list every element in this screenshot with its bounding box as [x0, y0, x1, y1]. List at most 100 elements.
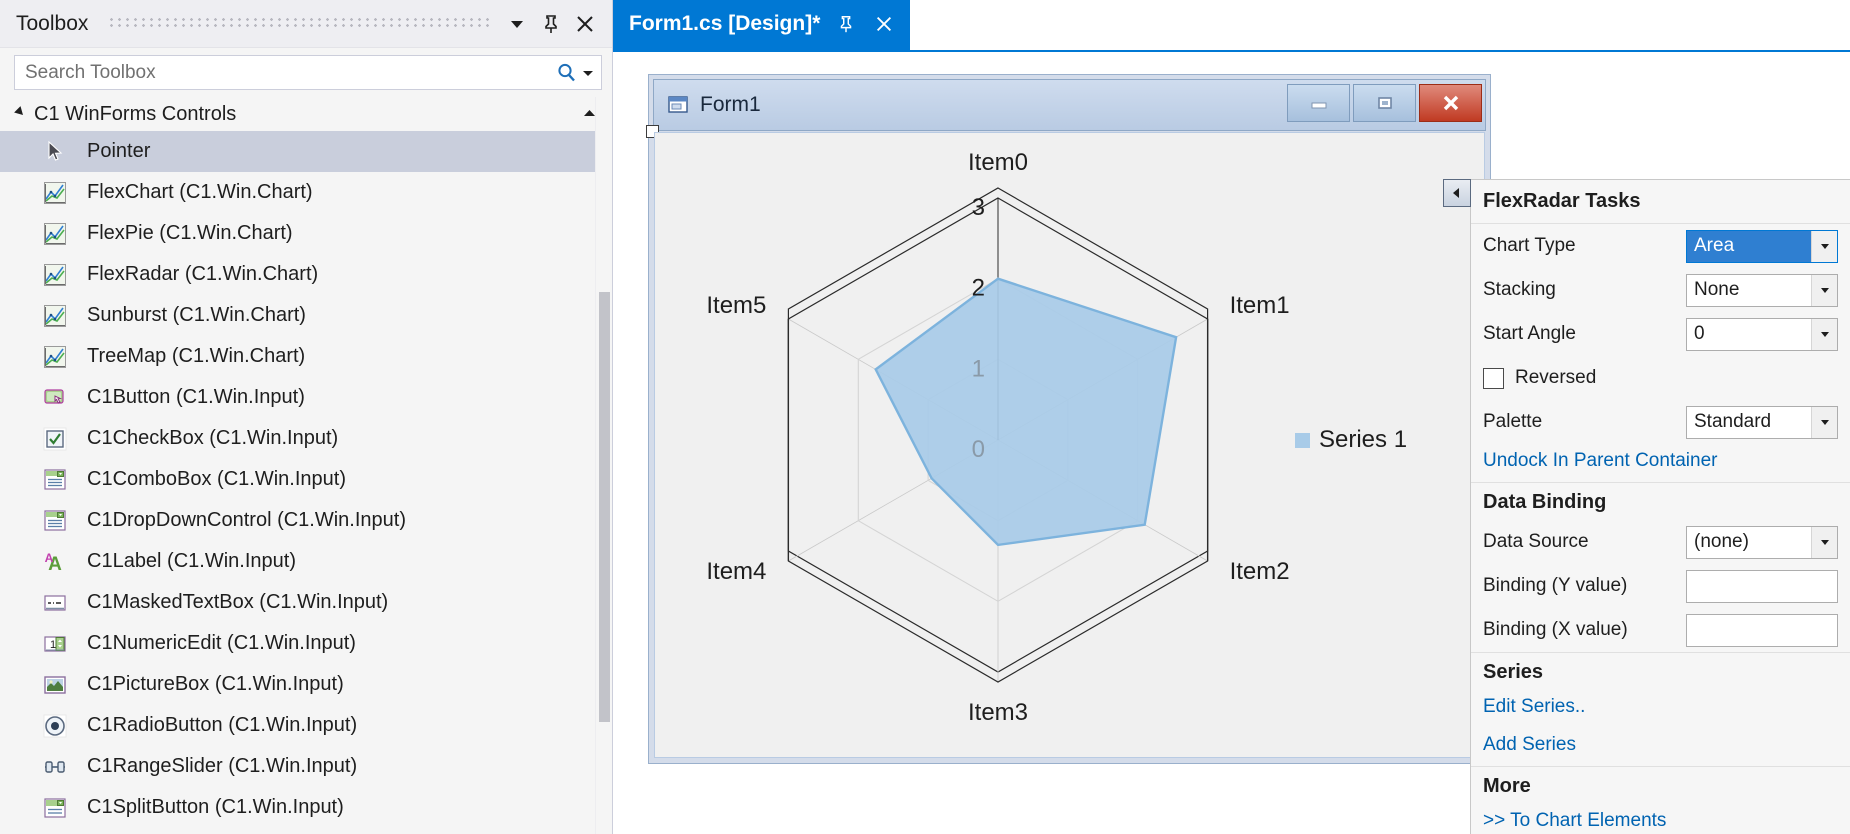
minimize-icon[interactable]: [1287, 84, 1350, 122]
flexpie-icon: [40, 219, 70, 249]
drag-grip-icon[interactable]: [110, 17, 492, 30]
toolbox-item-label: C1MaskedTextBox (C1.Win.Input): [87, 591, 389, 613]
maximize-icon[interactable]: [1353, 84, 1416, 122]
toolbox-item-label: C1RadioButton (C1.Win.Input): [87, 714, 358, 736]
toolbox-item-c1splitbutton[interactable]: C1SplitButton (C1.Win.Input): [0, 787, 612, 828]
search-input[interactable]: [25, 61, 555, 84]
toolbox-item-label: C1DropDownControl (C1.Win.Input): [87, 509, 407, 531]
toolbox-item-flexchart[interactable]: FlexChart (C1.Win.Chart): [0, 172, 612, 213]
start-angle-row[interactable]: Start Angle 0: [1471, 312, 1850, 356]
edit-series-link[interactable]: Edit Series..: [1471, 690, 1850, 728]
undock-in-parent-container-link[interactable]: Undock In Parent Container: [1471, 444, 1850, 482]
chevron-down-icon[interactable]: [500, 7, 534, 41]
toolbox-item-pointer[interactable]: Pointer: [0, 131, 612, 172]
pin-icon[interactable]: [534, 7, 568, 41]
form-titlebar[interactable]: Form1: [653, 79, 1486, 131]
toolbox-scrollbar-thumb[interactable]: [599, 292, 610, 722]
chevron-down-icon[interactable]: [1811, 526, 1837, 558]
radar-tick-1: 1: [972, 355, 985, 382]
toolbox-item-label: TreeMap (C1.Win.Chart): [87, 345, 306, 367]
form-client-area[interactable]: 3 2 1 0 Item0 Item1 Item2 Item3 Item4 It…: [654, 132, 1485, 758]
toolbox-item-label: Pointer: [87, 140, 151, 162]
binding-x-input[interactable]: [1686, 613, 1838, 647]
tab-form1-design[interactable]: Form1.cs [Design]*: [613, 0, 911, 50]
palette-row[interactable]: Palette Standard: [1471, 400, 1850, 444]
start-angle-dropdown[interactable]: 0: [1686, 317, 1838, 351]
toolbox-item-flexpie[interactable]: FlexPie (C1.Win.Chart): [0, 213, 612, 254]
search-dropdown-icon[interactable]: [581, 66, 595, 80]
close-icon[interactable]: [1419, 84, 1482, 122]
series-section-title: Series: [1471, 652, 1850, 690]
chevron-down-icon[interactable]: [1811, 230, 1837, 262]
toolbox-group-c1-winforms-controls[interactable]: C1 WinForms Controls: [0, 97, 612, 131]
tasks-panel-title: FlexRadar Tasks: [1471, 180, 1850, 224]
chevron-down-icon[interactable]: [1811, 318, 1837, 350]
sunburst-icon: [40, 301, 70, 331]
toolbox-item-c1rangeslider[interactable]: C1RangeSlider (C1.Win.Input): [0, 746, 612, 787]
binding-y-row[interactable]: Binding (Y value): [1471, 564, 1850, 608]
chart-type-dropdown[interactable]: Area: [1686, 229, 1838, 263]
binding-y-input[interactable]: [1686, 569, 1838, 603]
radar-tick-3: 3: [972, 194, 985, 221]
smarttag-icon[interactable]: [1443, 179, 1471, 207]
search-box[interactable]: [14, 55, 602, 90]
toolbox-item-c1maskedtextbox[interactable]: C1MaskedTextBox (C1.Win.Input): [0, 582, 612, 623]
toolbox-item-label: FlexChart (C1.Win.Chart): [87, 181, 313, 203]
toolbox-item-treemap[interactable]: TreeMap (C1.Win.Chart): [0, 336, 612, 377]
toolbox-item-c1radiobutton[interactable]: C1RadioButton (C1.Win.Input): [0, 705, 612, 746]
toolbox-item-c1label[interactable]: A A C1Label (C1.Win.Input): [0, 541, 612, 582]
chevron-down-icon[interactable]: [1811, 406, 1837, 438]
toolbox-item-c1checkbox[interactable]: C1CheckBox (C1.Win.Input): [0, 418, 612, 459]
toolbox-item-flexradar[interactable]: FlexRadar (C1.Win.Chart): [0, 254, 612, 295]
flexradar-chart[interactable]: 3 2 1 0 Item0 Item1 Item2 Item3 Item4 It…: [655, 133, 1486, 753]
reversed-checkbox[interactable]: [1483, 367, 1504, 389]
tab-strip: Form1.cs [Design]*: [613, 0, 1850, 52]
search-icon[interactable]: [555, 61, 579, 85]
radiobutton-icon: [40, 711, 70, 741]
palette-label: Palette: [1483, 411, 1543, 432]
stacking-dropdown[interactable]: None: [1686, 273, 1838, 307]
toolbox-item-c1combobox[interactable]: C1ComboBox (C1.Win.Input): [0, 459, 612, 500]
data-source-row[interactable]: Data Source (none): [1471, 520, 1850, 564]
toolbox-header: Toolbox: [0, 0, 612, 48]
pointer-icon: [40, 137, 70, 167]
toolbox-scrollbar[interactable]: [595, 97, 612, 834]
treemap-icon: [40, 342, 70, 372]
toolbox-list[interactable]: C1 WinForms Controls Pointer FlexChart (…: [0, 97, 612, 834]
close-icon[interactable]: [568, 7, 602, 41]
toolbox-item-label: FlexPie (C1.Win.Chart): [87, 222, 293, 244]
radar-category-item2: Item2: [1230, 558, 1290, 585]
add-series-link[interactable]: Add Series: [1471, 728, 1850, 766]
stacking-row[interactable]: Stacking None: [1471, 268, 1850, 312]
radar-category-item0: Item0: [968, 149, 1028, 176]
pin-icon[interactable]: [834, 12, 858, 36]
flexradar-tasks-panel[interactable]: FlexRadar Tasks Chart Type Area Stacking…: [1443, 179, 1850, 834]
flexradar-icon: [40, 260, 70, 290]
toolbox-item-c1picturebox[interactable]: C1PictureBox (C1.Win.Input): [0, 664, 612, 705]
legend-swatch-series-1: [1295, 433, 1310, 448]
group-expand-icon[interactable]: [14, 106, 34, 122]
to-chart-elements-link[interactable]: >> To Chart Elements: [1471, 804, 1850, 834]
form-window[interactable]: Form1 3 2 1 0 Item0 Item1 Item2 Item3 It…: [646, 74, 1491, 764]
data-source-dropdown[interactable]: (none): [1686, 525, 1838, 559]
data-binding-section-title: Data Binding: [1471, 482, 1850, 520]
chevron-down-icon[interactable]: [1811, 274, 1837, 306]
masked-textbox-icon: [40, 588, 70, 618]
designer-area: Form1.cs [Design]* Form1 3 2 1 0 Item0 I…: [613, 0, 1850, 834]
close-icon[interactable]: [872, 12, 896, 36]
toolbox-item-sunburst[interactable]: Sunburst (C1.Win.Chart): [0, 295, 612, 336]
design-surface[interactable]: Form1 3 2 1 0 Item0 Item1 Item2 Item3 It…: [613, 54, 1850, 834]
svg-text:1: 1: [50, 639, 56, 651]
binding-x-row[interactable]: Binding (X value): [1471, 608, 1850, 652]
palette-dropdown[interactable]: Standard: [1686, 405, 1838, 439]
toolbox-item-c1numericedit[interactable]: 1 C1NumericEdit (C1.Win.Input): [0, 623, 612, 664]
radar-series-1-area: [874, 277, 1178, 547]
toolbox-item-label: FlexRadar (C1.Win.Chart): [87, 263, 319, 285]
toolbox-item-c1button[interactable]: C1Button (C1.Win.Input): [0, 377, 612, 418]
toolbox-item-label: C1Button (C1.Win.Input): [87, 386, 305, 408]
toolbox-item-c1dropdowncontrol[interactable]: C1DropDownControl (C1.Win.Input): [0, 500, 612, 541]
toolbox-item-label: C1RangeSlider (C1.Win.Input): [87, 755, 358, 777]
chart-type-row[interactable]: Chart Type Area: [1471, 224, 1850, 268]
reversed-row[interactable]: Reversed: [1471, 356, 1850, 400]
radar-category-item3: Item3: [968, 699, 1028, 726]
